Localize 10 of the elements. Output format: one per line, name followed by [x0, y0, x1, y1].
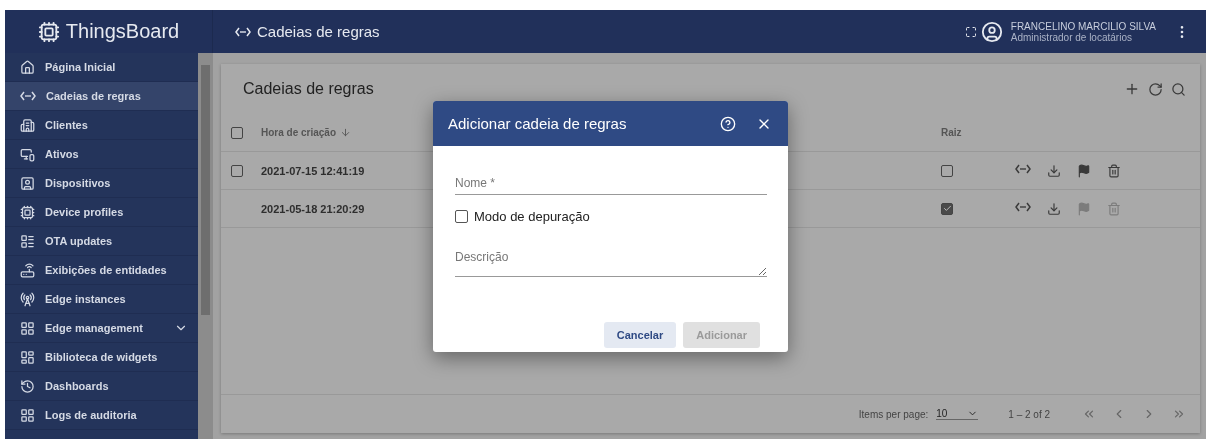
- dialog-title: Adicionar cadeia de regras: [448, 115, 628, 132]
- table-cell-text: 2021-05-18 21:20:29: [261, 202, 366, 215]
- page-range: 1 – 2 of 2: [1008, 408, 1050, 420]
- user-name: FRANCELINO MARCILIO SILVA: [1010, 20, 1156, 32]
- page-title: Cadeias de regras: [257, 23, 381, 40]
- user-role: Administrador de locatários: [1010, 31, 1133, 43]
- card-title: Cadeias de regras: [243, 80, 375, 98]
- page-size-label: Items per page:: [858, 408, 929, 420]
- table-cell-text: 2021-07-15 12:41:19: [261, 164, 366, 177]
- app-logo: ThingsBoard: [65, 20, 180, 43]
